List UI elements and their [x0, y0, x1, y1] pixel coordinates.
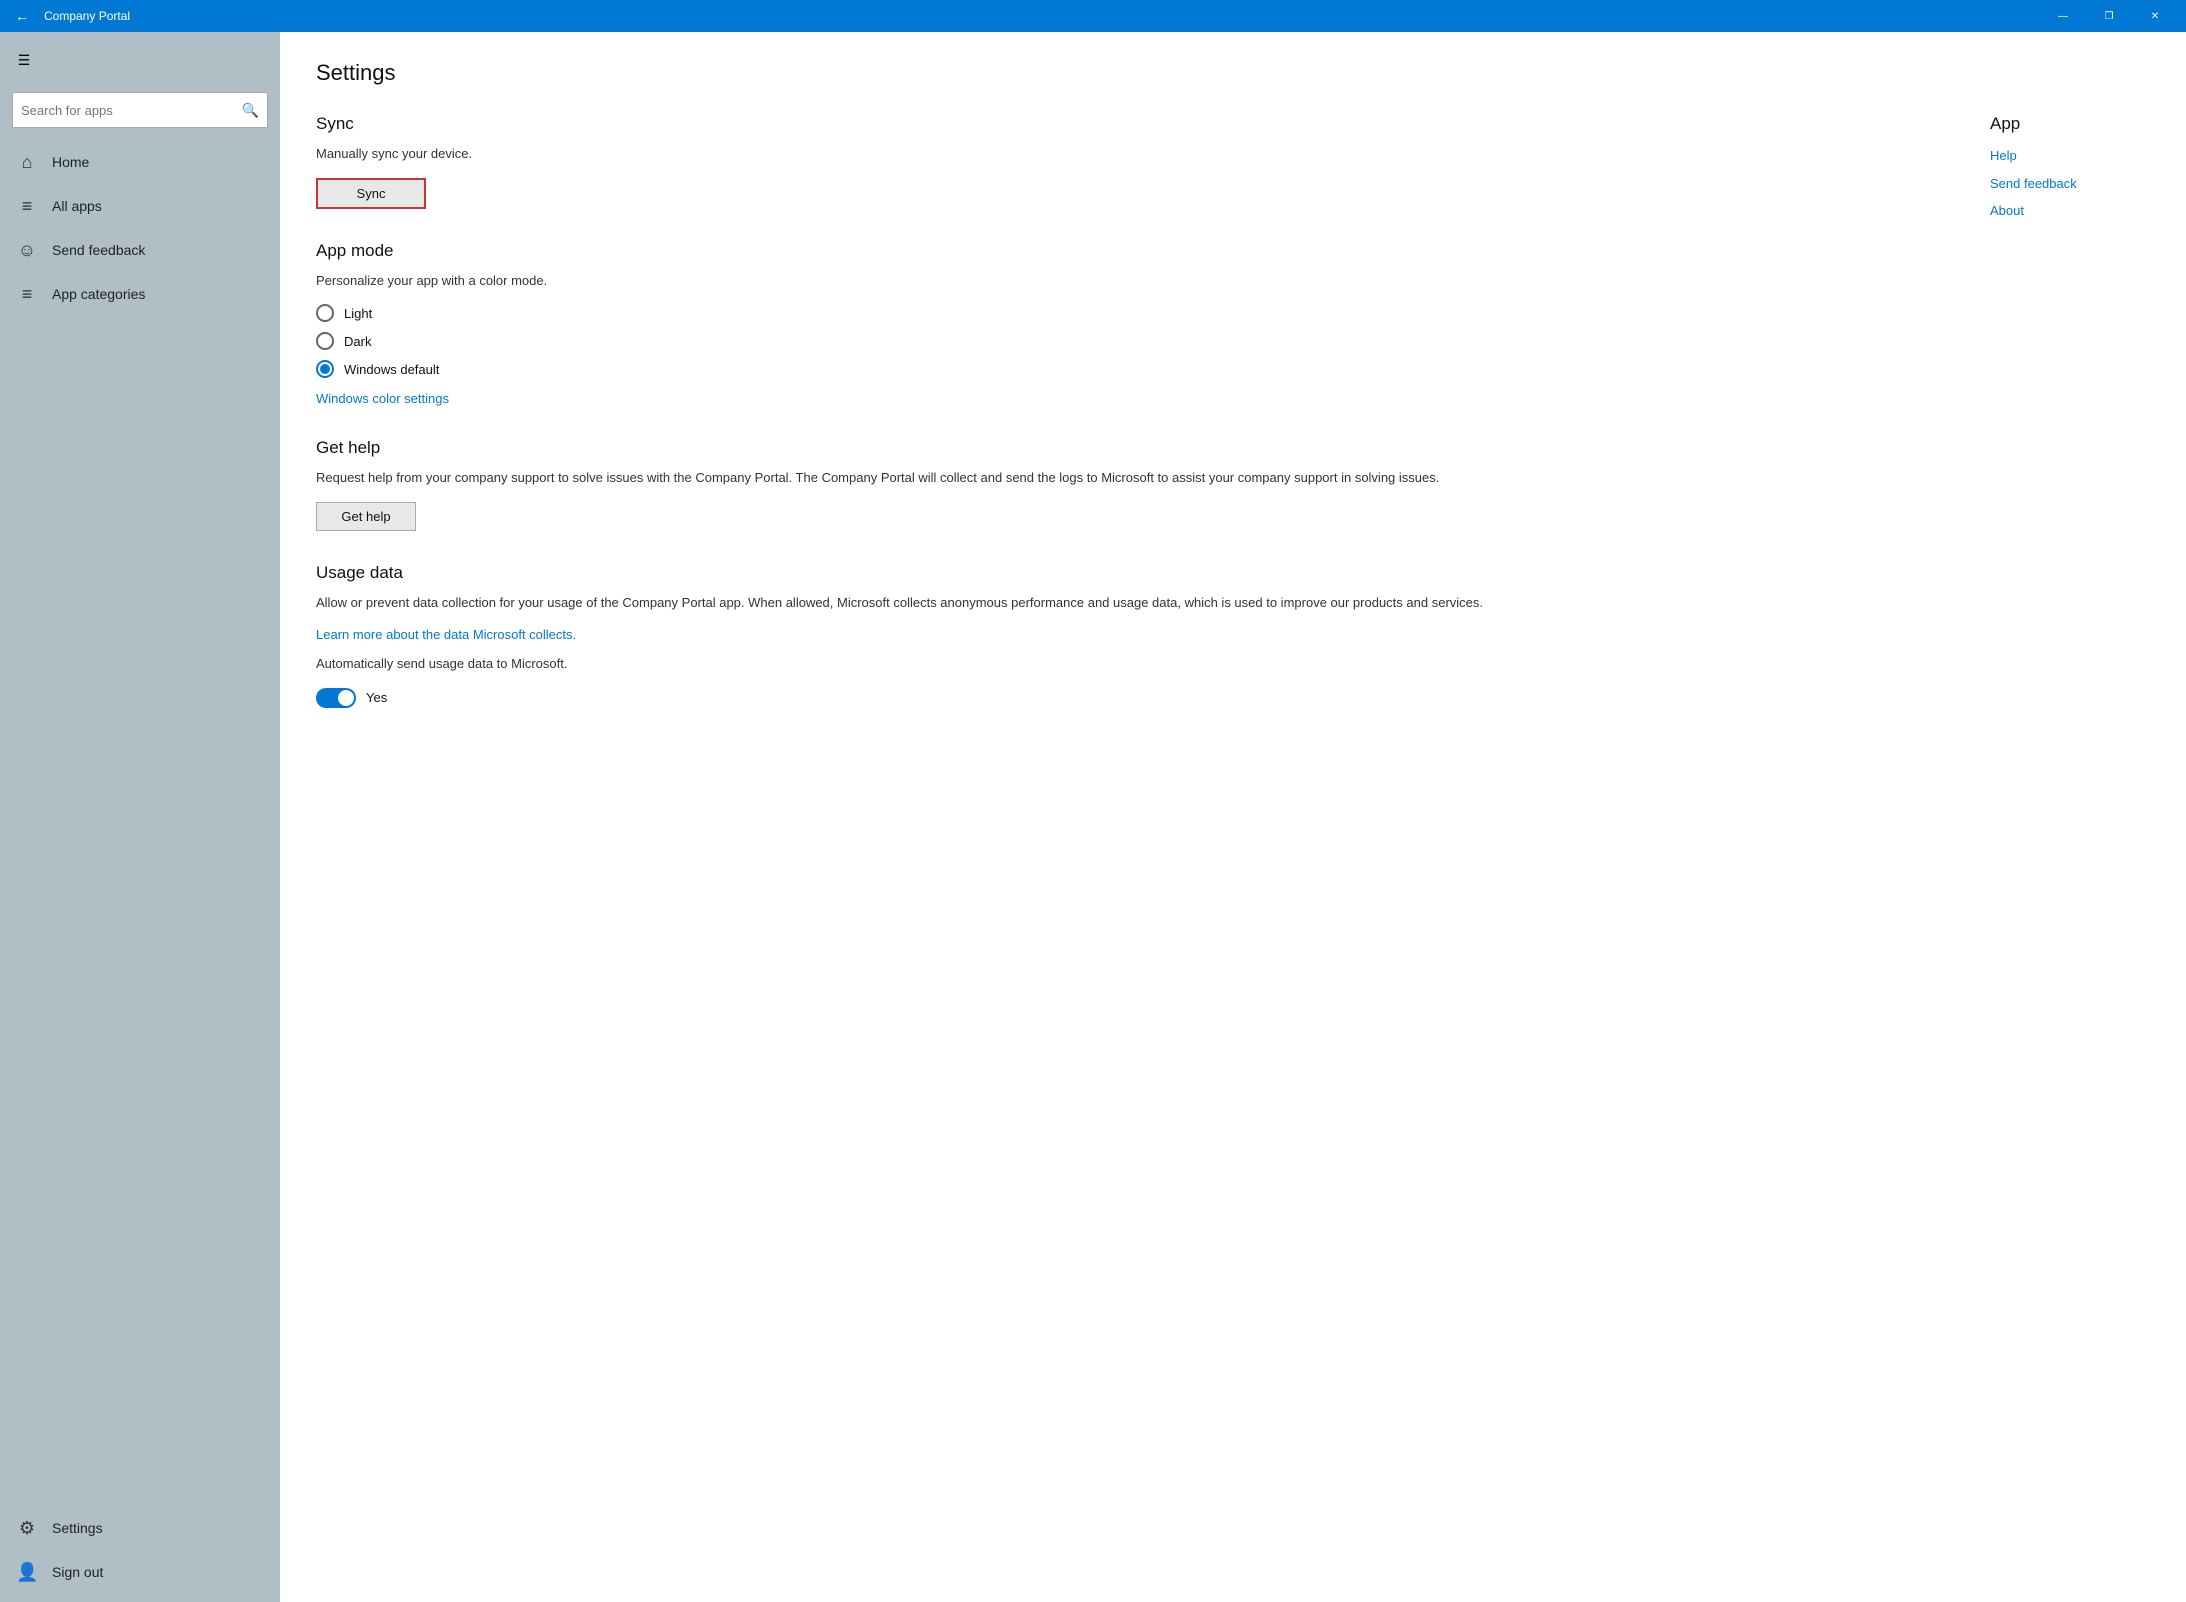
titlebar-title: Company Portal: [44, 9, 2040, 23]
sidebar-item-settings[interactable]: ⚙ Settings: [0, 1506, 280, 1550]
sync-description: Manually sync your device.: [316, 144, 1930, 164]
sidebar-item-app-categories[interactable]: ≡ App categories: [0, 272, 280, 316]
radio-circle-dark: [316, 332, 334, 350]
settings-layout: Sync Manually sync your device. Sync App…: [316, 114, 2150, 740]
app-container: ☰ 🔍 ⌂ Home ≡ All apps ☺ Send feedback ≡ …: [0, 32, 2186, 1602]
close-button[interactable]: ✕: [2132, 0, 2178, 32]
sidebar-item-app-categories-label: App categories: [52, 286, 145, 302]
radio-light[interactable]: Light: [316, 304, 1930, 322]
hamburger-button[interactable]: ☰: [4, 40, 44, 80]
send-feedback-link[interactable]: Send feedback: [1990, 174, 2150, 194]
usage-data-title: Usage data: [316, 563, 1930, 583]
minimize-icon: —: [2058, 11, 2068, 22]
sidebar-item-send-feedback-label: Send feedback: [52, 242, 145, 258]
sidebar: ☰ 🔍 ⌂ Home ≡ All apps ☺ Send feedback ≡ …: [0, 32, 280, 1602]
all-apps-icon: ≡: [16, 196, 38, 217]
maximize-button[interactable]: ❐: [2086, 0, 2132, 32]
usage-data-toggle[interactable]: [316, 688, 356, 708]
main-content: Settings Sync Manually sync your device.…: [280, 32, 2186, 1602]
search-icon: 🔍: [242, 102, 259, 119]
get-help-title: Get help: [316, 438, 1930, 458]
usage-data-section: Usage data Allow or prevent data collect…: [316, 563, 1930, 708]
window-controls: — ❐ ✕: [2040, 0, 2178, 32]
sidebar-item-settings-label: Settings: [52, 1520, 103, 1536]
windows-color-settings-link[interactable]: Windows color settings: [316, 391, 449, 406]
app-mode-section: App mode Personalize your app with a col…: [316, 241, 1930, 407]
auto-send-label: Automatically send usage data to Microso…: [316, 654, 1930, 674]
page-title: Settings: [316, 60, 2150, 86]
sidebar-item-sign-out-label: Sign out: [52, 1564, 103, 1580]
search-input[interactable]: [21, 103, 242, 118]
sidebar-item-all-apps-label: All apps: [52, 198, 102, 214]
sidebar-item-send-feedback[interactable]: ☺ Send feedback: [0, 228, 280, 272]
usage-data-toggle-row: Yes: [316, 688, 1930, 708]
get-help-section: Get help Request help from your company …: [316, 438, 1930, 531]
back-icon: ←: [15, 8, 29, 24]
radio-light-label: Light: [344, 306, 372, 321]
sync-title: Sync: [316, 114, 1930, 134]
app-mode-description: Personalize your app with a color mode.: [316, 271, 1930, 291]
about-link[interactable]: About: [1990, 201, 2150, 221]
sync-button[interactable]: Sync: [316, 178, 426, 209]
app-sidebar-title: App: [1990, 114, 2150, 134]
radio-windows-default[interactable]: Windows default: [316, 360, 1930, 378]
sidebar-item-sign-out[interactable]: 👤 Sign out: [0, 1550, 280, 1594]
radio-dark[interactable]: Dark: [316, 332, 1930, 350]
usage-data-description: Allow or prevent data collection for you…: [316, 593, 1930, 613]
sync-section: Sync Manually sync your device. Sync: [316, 114, 1930, 209]
radio-circle-windows-default: [316, 360, 334, 378]
close-icon: ✕: [2151, 11, 2159, 22]
color-mode-radio-group: Light Dark Windows default: [316, 304, 1930, 378]
usage-data-toggle-label: Yes: [366, 690, 387, 705]
settings-main: Sync Manually sync your device. Sync App…: [316, 114, 1930, 740]
get-help-button[interactable]: Get help: [316, 502, 416, 531]
radio-circle-light: [316, 304, 334, 322]
get-help-description: Request help from your company support t…: [316, 468, 1930, 488]
radio-dark-label: Dark: [344, 334, 371, 349]
hamburger-icon: ☰: [18, 52, 31, 69]
maximize-icon: ❐: [2105, 11, 2114, 22]
settings-icon: ⚙: [16, 1518, 38, 1539]
sign-out-icon: 👤: [16, 1562, 38, 1583]
nav-items: ⌂ Home ≡ All apps ☺ Send feedback ≡ App …: [0, 136, 280, 1506]
send-feedback-icon: ☺: [16, 240, 38, 261]
sidebar-item-all-apps[interactable]: ≡ All apps: [0, 184, 280, 228]
titlebar: ← Company Portal — ❐ ✕: [0, 0, 2186, 32]
radio-windows-default-label: Windows default: [344, 362, 439, 377]
learn-more-link[interactable]: Learn more about the data Microsoft coll…: [316, 627, 576, 642]
back-button[interactable]: ←: [8, 2, 36, 30]
sidebar-item-home-label: Home: [52, 154, 89, 170]
app-categories-icon: ≡: [16, 284, 38, 305]
home-icon: ⌂: [16, 152, 38, 173]
minimize-button[interactable]: —: [2040, 0, 2086, 32]
app-mode-title: App mode: [316, 241, 1930, 261]
help-link[interactable]: Help: [1990, 146, 2150, 166]
app-sidebar: App Help Send feedback About: [1990, 114, 2150, 740]
sidebar-bottom: ⚙ Settings 👤 Sign out: [0, 1506, 280, 1602]
search-bar[interactable]: 🔍: [12, 92, 268, 128]
sidebar-item-home[interactable]: ⌂ Home: [0, 140, 280, 184]
